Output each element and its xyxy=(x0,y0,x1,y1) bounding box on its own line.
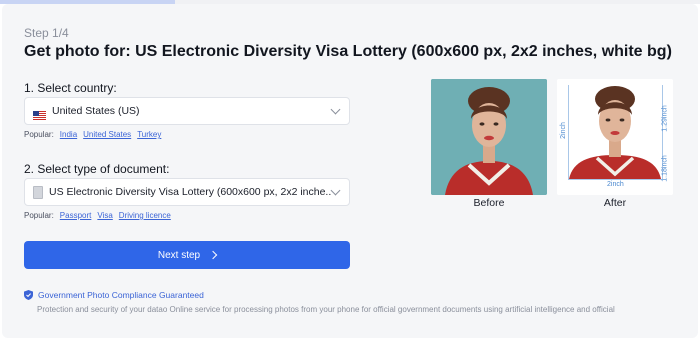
popular-country-link[interactable]: Turkey xyxy=(137,130,161,139)
next-step-button[interactable]: Next step xyxy=(24,241,350,269)
document-select[interactable]: US Electronic Diversity Visa Lottery (60… xyxy=(24,178,350,206)
next-step-label: Next step xyxy=(157,249,201,261)
after-caption: After xyxy=(603,197,627,209)
document-label: 2. Select type of document: xyxy=(24,162,170,176)
protection-text: Protection and security of your datao On… xyxy=(37,305,615,314)
after-photo: 2inch 2inch 1.29inch 1.18inch xyxy=(557,79,673,195)
popular-countries: Popular: India United States Turkey xyxy=(24,130,161,139)
document-select-value: US Electronic Diversity Visa Lottery (60… xyxy=(49,186,332,198)
popular-document-link[interactable]: Passport xyxy=(60,211,92,220)
chevron-down-icon xyxy=(330,104,341,115)
width-guide-line xyxy=(568,179,662,180)
chevron-right-icon xyxy=(208,250,218,260)
page-title: Get photo for: US Electronic Diversity V… xyxy=(24,43,672,60)
document-icon xyxy=(33,185,43,199)
before-photo xyxy=(431,79,547,195)
country-label: 1. Select country: xyxy=(24,81,117,95)
popular-label: Popular: xyxy=(24,211,54,220)
height-guide-line xyxy=(568,85,569,179)
popular-country-link[interactable]: United States xyxy=(83,130,131,139)
popular-label: Popular: xyxy=(24,130,54,139)
chevron-down-icon xyxy=(330,185,341,196)
country-select-value: United States (US) xyxy=(52,105,140,117)
width-dimension: 2inch xyxy=(607,181,624,188)
compliance-guarantee: Government Photo Compliance Guaranteed xyxy=(24,290,204,300)
shield-icon xyxy=(24,290,33,300)
guarantee-text: Government Photo Compliance Guaranteed xyxy=(38,290,204,300)
country-select[interactable]: United States (US) xyxy=(24,97,350,125)
popular-documents: Popular: Passport Visa Driving licence xyxy=(24,211,171,220)
us-flag-icon xyxy=(33,107,46,120)
before-caption: Before xyxy=(473,197,505,209)
eye-dimension: 1.18inch xyxy=(661,155,669,182)
height-dimension: 2inch xyxy=(559,122,567,139)
step-indicator: Step 1/4 xyxy=(24,26,69,40)
popular-document-link[interactable]: Visa xyxy=(97,211,112,220)
head-dimension: 1.29inch xyxy=(661,105,669,132)
popular-document-link[interactable]: Driving licence xyxy=(119,211,171,220)
popular-country-link[interactable]: India xyxy=(60,130,77,139)
